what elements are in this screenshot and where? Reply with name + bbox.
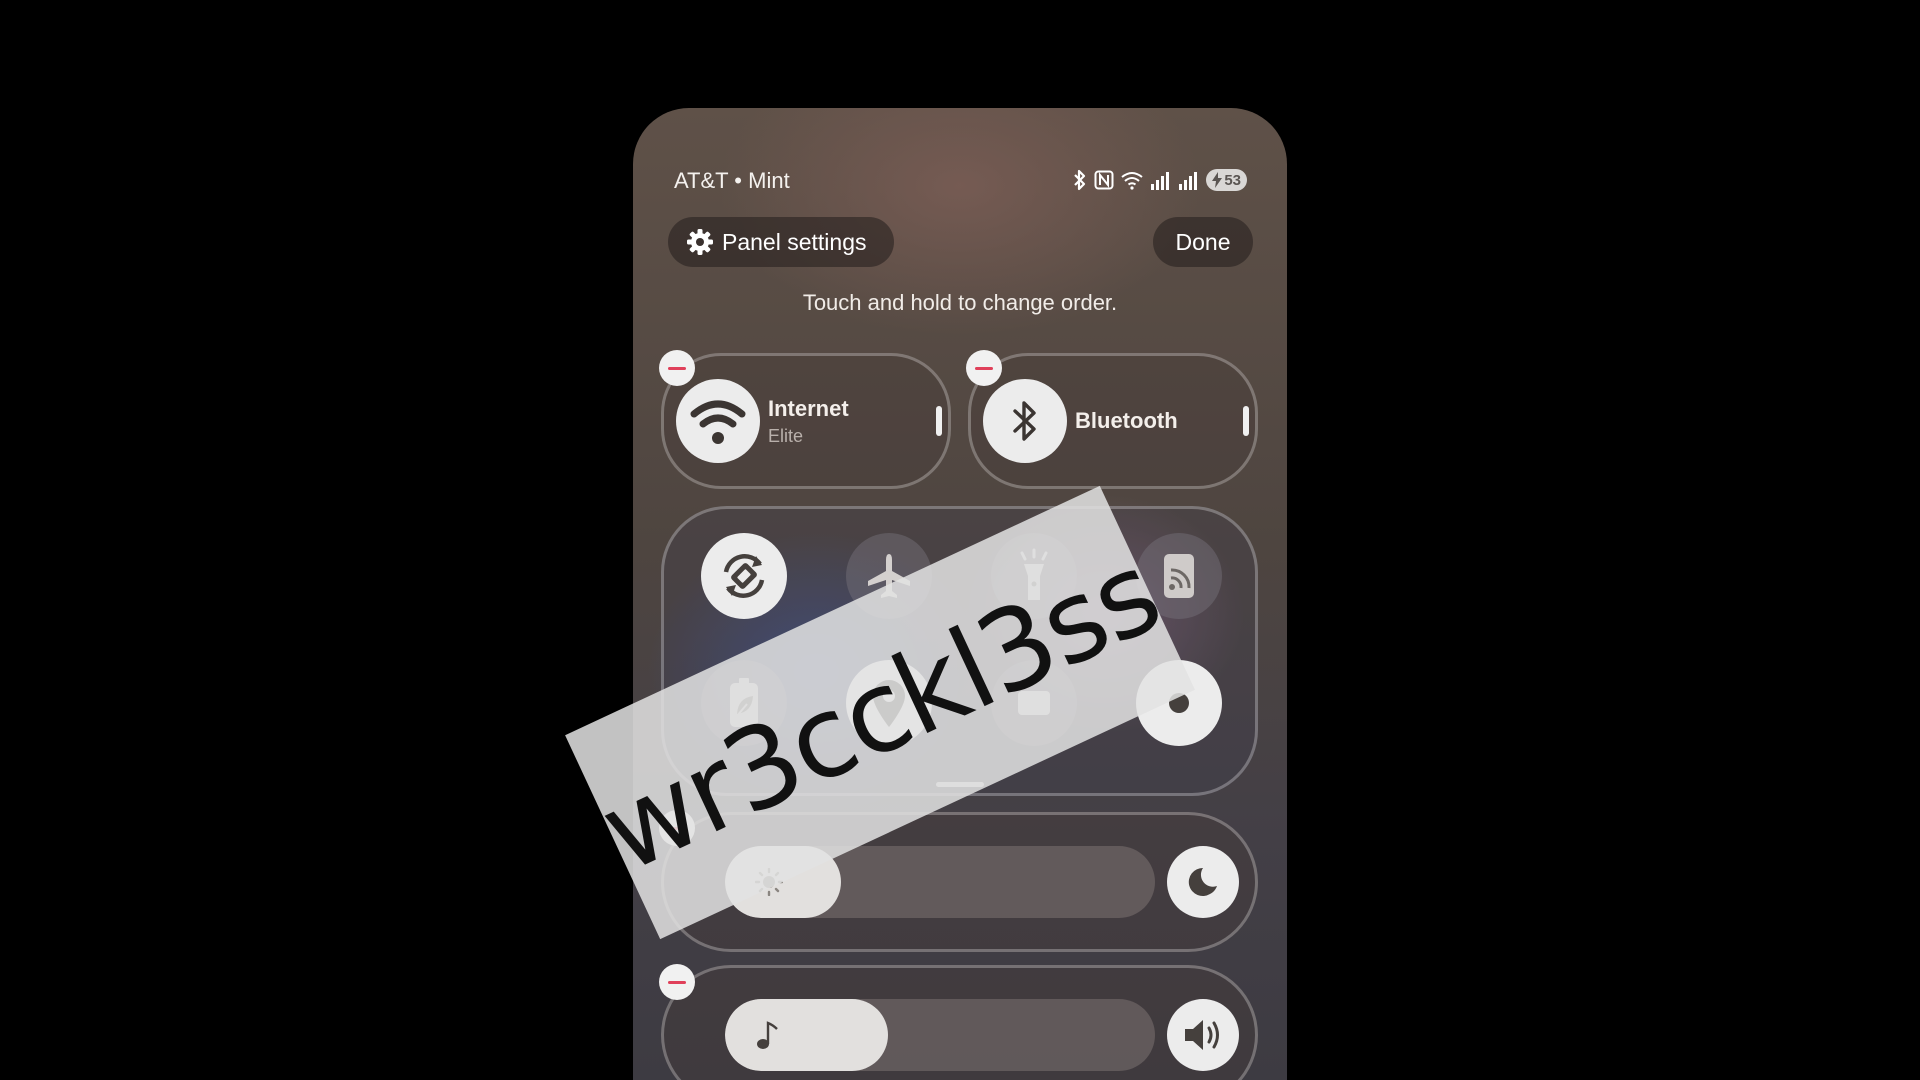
carrier-name: AT&T • Mint — [674, 168, 790, 193]
gear-icon — [687, 229, 713, 255]
reorder-hint: Touch and hold to change order. — [802, 290, 1118, 315]
battery-level: 53 — [1224, 171, 1241, 189]
wifi-icon — [1121, 172, 1143, 190]
internet-network-name: Elite — [768, 426, 804, 446]
done-button[interactable]: Done — [1153, 217, 1253, 267]
wifi-icon — [676, 379, 760, 463]
volume-slider[interactable] — [725, 999, 1155, 1071]
bluetooth-tile[interactable]: Bluetooth — [968, 353, 1258, 489]
internet-title: Internet — [768, 396, 849, 421]
battery-indicator: 53 — [1206, 169, 1247, 191]
bluetooth-icon — [1074, 169, 1086, 191]
remove-internet-button[interactable] — [659, 350, 695, 386]
volume-panel — [661, 965, 1258, 1080]
panel-settings-label: Panel settings — [722, 228, 867, 255]
remove-volume-button[interactable] — [659, 964, 695, 1000]
resize-handle[interactable] — [936, 406, 942, 436]
moon-icon — [1188, 867, 1217, 896]
signal-icon — [1151, 172, 1170, 190]
charging-bolt-icon — [1212, 172, 1223, 188]
status-icons: 53 — [1072, 168, 1247, 192]
nfc-icon — [1094, 170, 1114, 190]
cast-icon — [1164, 554, 1194, 598]
speaker-icon — [1185, 1020, 1219, 1050]
signal-icon — [1179, 172, 1198, 190]
bluetooth-title: Bluetooth — [1075, 408, 1178, 433]
sound-mode-button[interactable] — [1167, 999, 1239, 1071]
auto-rotate-icon — [723, 554, 765, 598]
dark-mode-button[interactable] — [1167, 846, 1239, 918]
panel-settings-button[interactable]: Panel settings — [668, 217, 894, 267]
remove-bluetooth-button[interactable] — [966, 350, 1002, 386]
bluetooth-icon — [983, 379, 1067, 463]
volume-fill — [725, 999, 889, 1071]
music-note-icon — [757, 1021, 778, 1049]
auto-rotate-button[interactable] — [701, 533, 787, 619]
resize-handle[interactable] — [1243, 406, 1249, 436]
internet-tile[interactable]: Internet Elite — [661, 353, 951, 489]
